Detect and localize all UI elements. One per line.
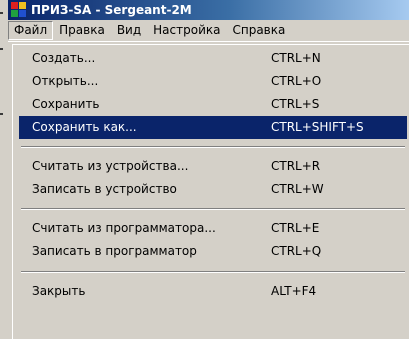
- window-title: ПРИЗ-SA - Sergeant-2M: [31, 3, 192, 17]
- menu-item-label: Сохранить: [32, 97, 100, 111]
- menu-item-label: Закрыть: [32, 284, 86, 298]
- menu-item-open[interactable]: Открыть... CTRL+O: [19, 70, 407, 93]
- background-fragment: [0, 113, 3, 115]
- background-window-edge: [0, 0, 10, 339]
- file-menu-dropdown: Создать... CTRL+N Открыть... CTRL+O Сохр…: [12, 44, 409, 339]
- app-icon-part: [19, 2, 26, 9]
- menu-item-save-as[interactable]: Сохранить как... CTRL+SHIFT+S: [19, 116, 407, 139]
- menu-file[interactable]: Файл: [8, 21, 54, 40]
- menu-item-shortcut: CTRL+R: [271, 159, 321, 173]
- menu-item-shortcut: CTRL+S: [271, 97, 320, 111]
- menu-item-label: Считать из программатора...: [32, 221, 216, 235]
- menu-item-read-device[interactable]: Считать из устройства... CTRL+R: [19, 155, 407, 178]
- menu-item-label: Записать в устройство: [32, 182, 177, 196]
- menu-item-write-device[interactable]: Записать в устройство CTRL+W: [19, 178, 407, 201]
- menu-item-label: Считать из устройства...: [32, 159, 189, 173]
- menu-item-label: Записать в программатор: [32, 244, 197, 258]
- menu-item-save[interactable]: Сохранить CTRL+S: [19, 93, 407, 116]
- menu-separator: [21, 208, 405, 210]
- menu-help[interactable]: Справка: [226, 21, 291, 40]
- menu-item-new[interactable]: Создать... CTRL+N: [19, 47, 407, 70]
- menu-item-shortcut: ALT+F4: [271, 284, 317, 298]
- menu-item-label: Создать...: [32, 51, 96, 65]
- menu-item-label: Сохранить как...: [32, 120, 137, 134]
- title-bar[interactable]: ПРИЗ-SA - Sergeant-2M: [8, 0, 409, 20]
- menu-item-shortcut: CTRL+N: [271, 51, 321, 65]
- app-icon-part: [11, 2, 18, 9]
- menu-view[interactable]: Вид: [111, 21, 147, 40]
- menu-item-shortcut: CTRL+W: [271, 182, 324, 196]
- app-icon-part: [11, 10, 18, 17]
- menu-item-label: Открыть...: [32, 74, 99, 88]
- menu-item-write-programmer[interactable]: Записать в программатор CTRL+Q: [19, 240, 407, 263]
- menu-item-close[interactable]: Закрыть ALT+F4: [19, 280, 407, 303]
- menu-item-read-programmer[interactable]: Считать из программатора... CTRL+E: [19, 217, 407, 240]
- menu-bar: Файл Правка Вид Настройка Справка: [8, 20, 409, 42]
- menu-separator: [21, 271, 405, 273]
- menu-edit[interactable]: Правка: [53, 21, 111, 40]
- screen: ПРИЗ-SA - Sergeant-2M Файл Правка Вид На…: [0, 0, 409, 339]
- app-icon: [11, 2, 27, 18]
- menu-item-shortcut: CTRL+O: [271, 74, 322, 88]
- app-icon-part: [19, 10, 26, 17]
- menu-item-shortcut: CTRL+SHIFT+S: [271, 120, 364, 134]
- menu-settings[interactable]: Настройка: [147, 21, 226, 40]
- background-fragment: [0, 12, 3, 14]
- menu-separator: [21, 146, 405, 148]
- menu-item-shortcut: CTRL+Q: [271, 244, 322, 258]
- background-fragment: [0, 48, 3, 50]
- menu-item-shortcut: CTRL+E: [271, 221, 320, 235]
